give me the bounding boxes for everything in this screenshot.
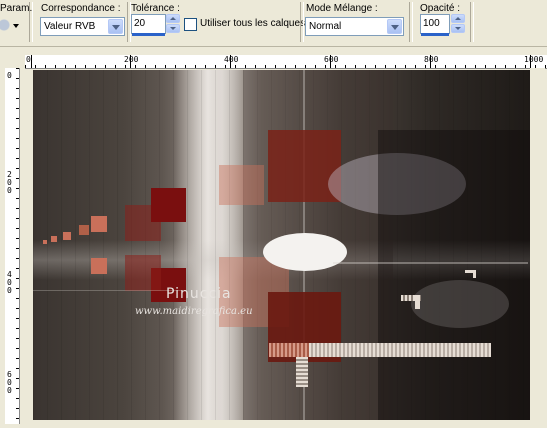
chevron-down-icon[interactable]	[108, 19, 123, 34]
vertical-ruler: 0 200 400 600	[5, 68, 20, 424]
separator	[409, 2, 413, 42]
chevron-down-icon[interactable]	[387, 19, 402, 34]
h-ruler-label: 600	[324, 55, 339, 64]
separator	[300, 2, 304, 42]
canvas-image[interactable]: Pinuccia www.maidiregrafica.eu	[33, 70, 530, 420]
h-ruler-label: 400	[224, 55, 239, 64]
tolerance-input[interactable]: 20	[131, 14, 166, 34]
opacity-value: 100	[423, 18, 440, 29]
use-all-layers-label: Utiliser tous les calques	[200, 18, 306, 29]
preset-icon[interactable]	[0, 17, 12, 33]
spin-down-icon[interactable]	[166, 24, 180, 33]
blend-mode-label: Mode Mélange :	[306, 3, 378, 14]
opacity-label: Opacité :	[420, 3, 461, 14]
h-ruler-label: 200	[124, 55, 139, 64]
opacity-slider-bar[interactable]	[421, 33, 449, 36]
opacity-spinner[interactable]	[451, 14, 465, 34]
blend-mode-value: Normal	[309, 21, 342, 32]
separator	[29, 2, 33, 42]
watermark-url: www.maidiregrafica.eu	[135, 306, 253, 317]
separator	[470, 2, 474, 42]
correspondance-label: Correspondance :	[41, 3, 121, 14]
tolerance-label: Tolérance :	[131, 3, 180, 14]
spin-down-icon[interactable]	[451, 24, 465, 33]
vertical-scrollbar[interactable]	[530, 68, 545, 424]
correspondance-value: Valeur RVB	[44, 21, 96, 32]
tolerance-slider-bar[interactable]	[132, 33, 165, 36]
spin-up-icon[interactable]	[166, 14, 180, 23]
v-ruler-label: 400	[7, 270, 12, 295]
v-ruler-label: 0	[7, 71, 12, 80]
h-ruler-label: 800	[424, 55, 439, 64]
opacity-input[interactable]: 100	[420, 14, 450, 34]
spin-up-icon[interactable]	[451, 14, 465, 23]
blend-mode-select[interactable]: Normal	[305, 17, 404, 36]
preset-dropdown-icon[interactable]	[13, 24, 19, 28]
watermark-title: Pinuccia	[166, 286, 232, 302]
h-ruler-label: 1000	[524, 55, 544, 64]
tolerance-spinner[interactable]	[166, 14, 180, 34]
v-ruler-label: 200	[7, 170, 12, 195]
tool-options-bar: Param. Correspondance : Valeur RVB Tolér…	[0, 0, 547, 47]
correspondance-select[interactable]: Valeur RVB	[40, 17, 125, 36]
tolerance-value: 20	[134, 18, 146, 29]
v-ruler-label: 600	[7, 370, 12, 395]
horizontal-ruler: 0 200 400 600 800 1000	[25, 55, 547, 69]
use-all-layers-checkbox[interactable]	[184, 18, 197, 31]
preset-label: Param.	[0, 3, 33, 14]
